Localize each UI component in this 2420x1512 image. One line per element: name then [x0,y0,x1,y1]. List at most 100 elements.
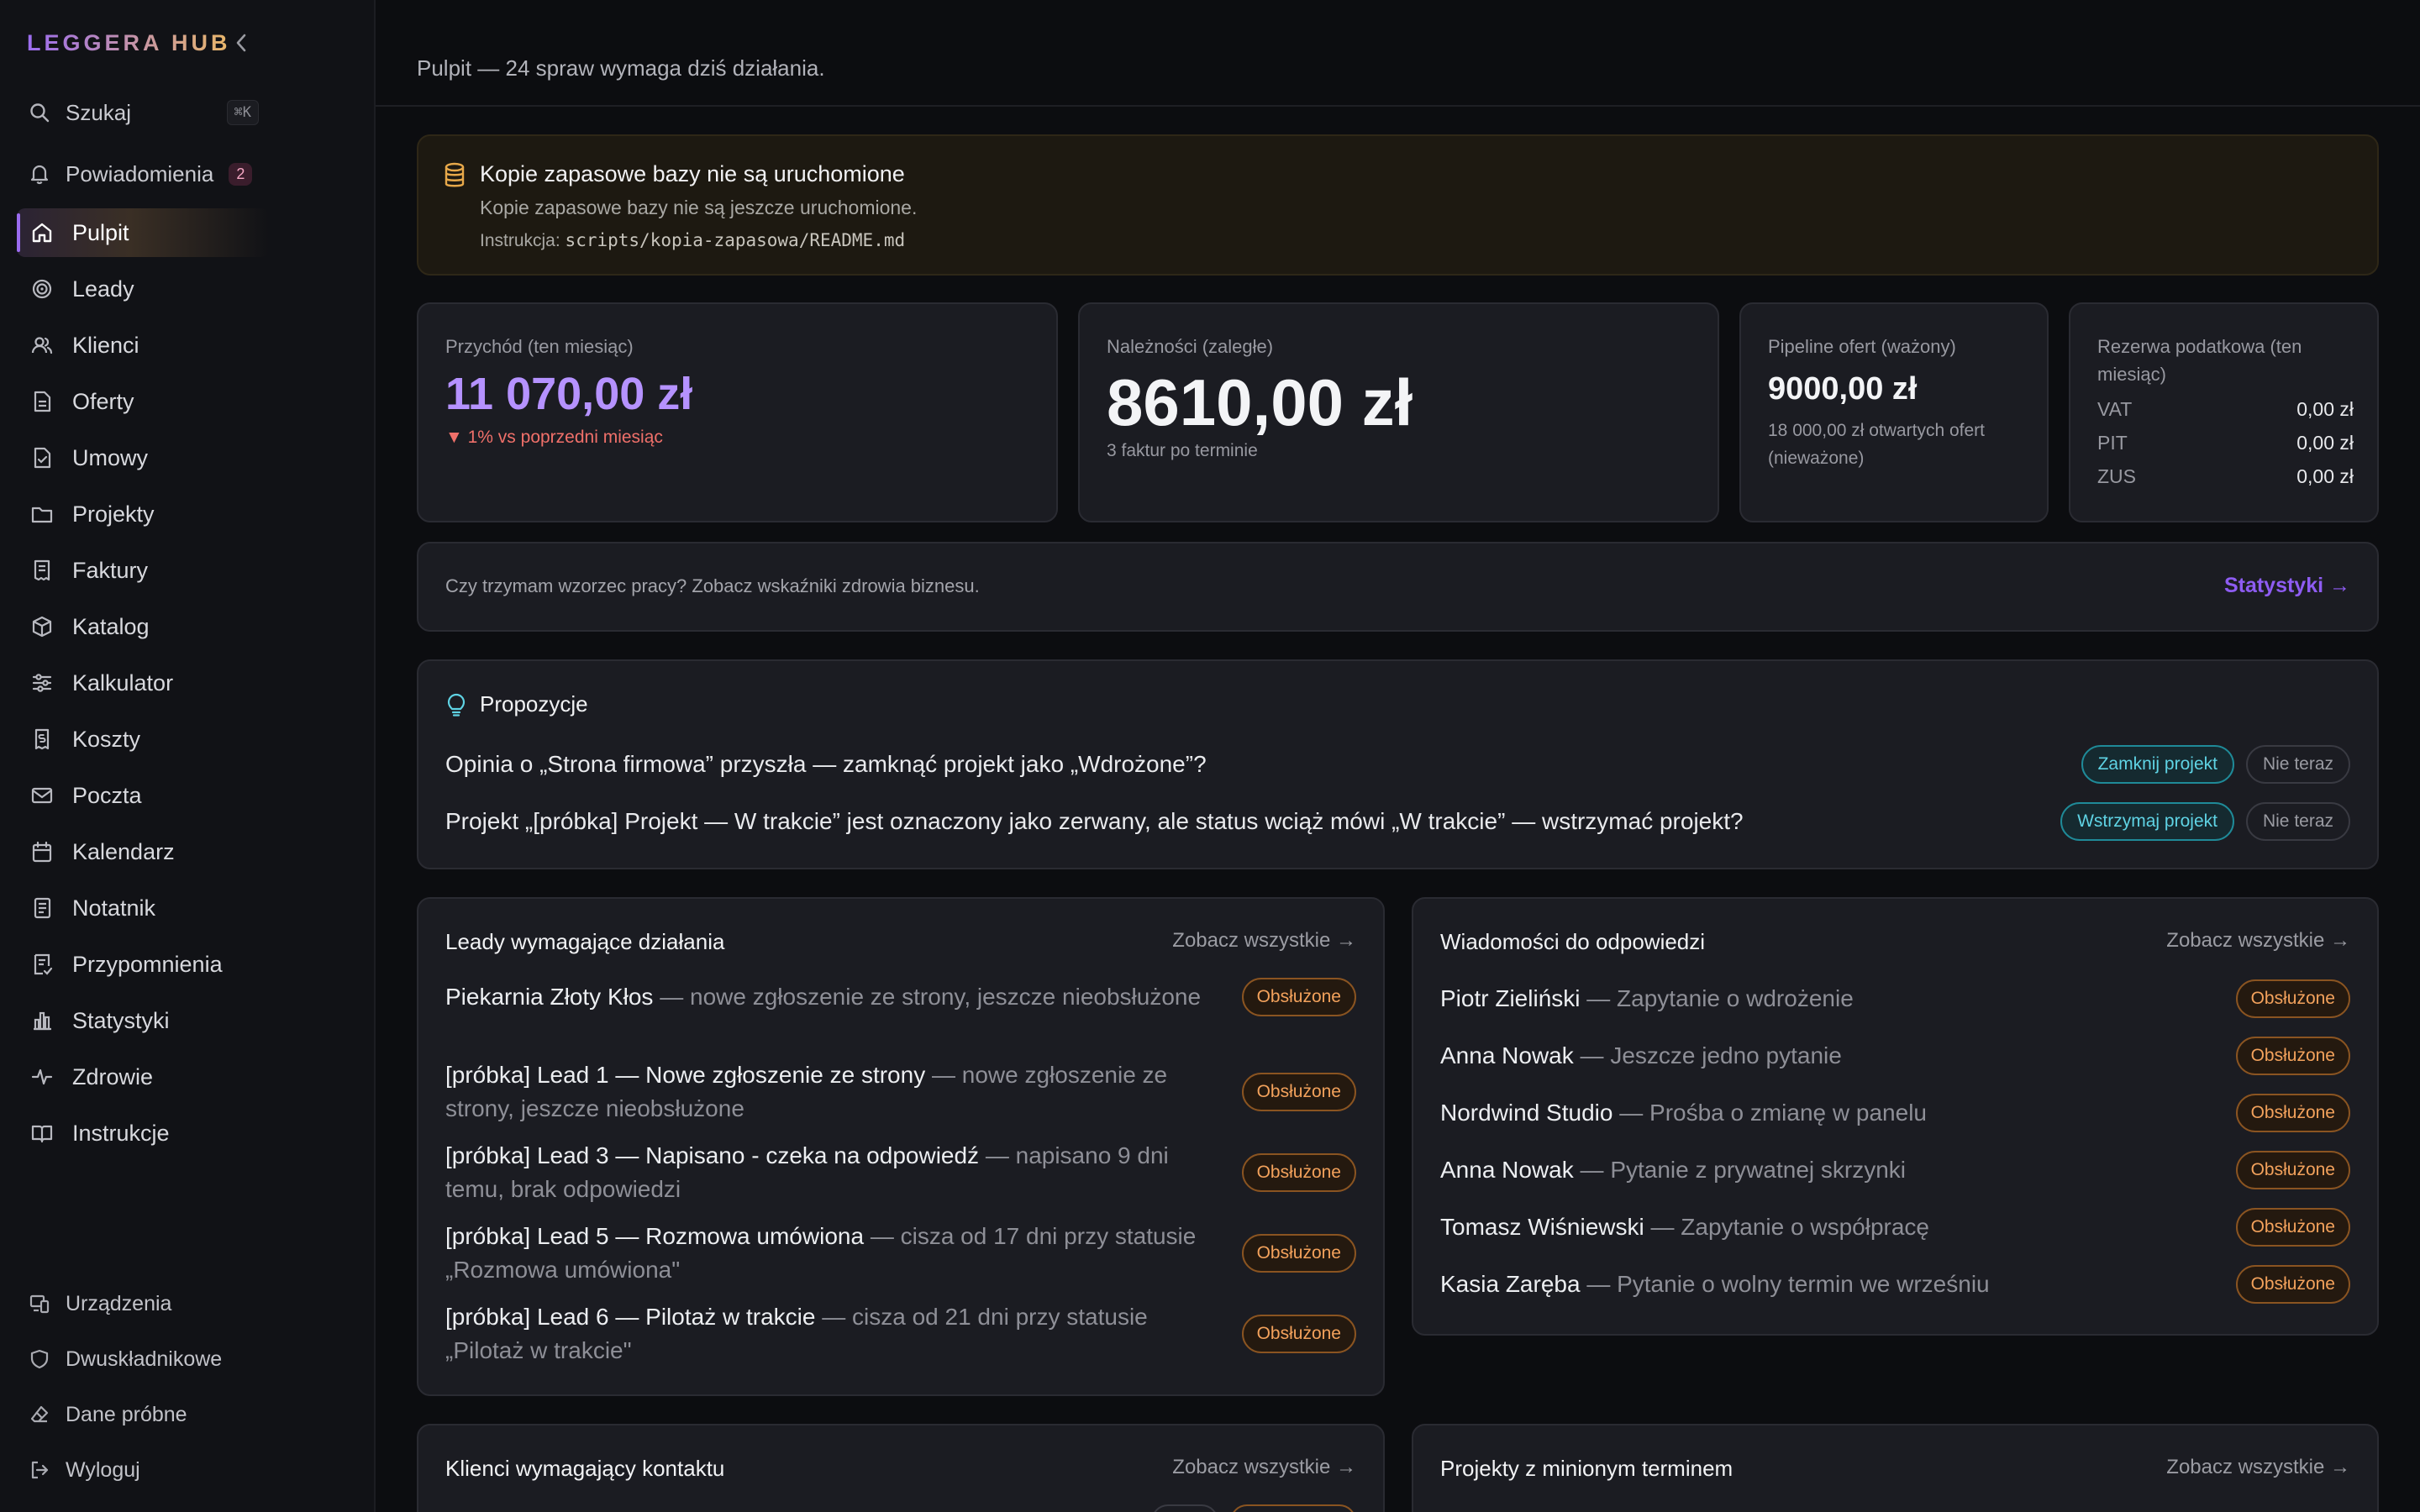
kpi-label: Pipeline ofert (ważony) [1768,336,1956,357]
tax-value: 0,00 zł [2296,398,2354,420]
sidebar-item-zdrowie[interactable]: Zdrowie [17,1053,269,1101]
sidebar-item-urzadzenia[interactable]: Urządzenia [17,1283,269,1325]
sidebar-item-oferty[interactable]: Oferty [17,377,269,426]
sidebar-item-kalkulator[interactable]: Kalkulator [17,659,269,707]
tax-key: ZUS [2097,465,2136,487]
search-label: Szukaj [66,99,132,125]
handled-button[interactable]: Obsłużone [2235,979,2350,1018]
tax-row-zus: ZUS 0,00 zł [2097,465,2354,488]
proposals-title: Propozycje [480,691,588,717]
handled-button[interactable]: Obsłużone [1241,1315,1356,1353]
sidebar-item-label: Umowy [72,444,149,470]
bar-chart-icon [29,1007,55,1034]
close-project-button[interactable]: Zamknij projekt [2081,745,2234,784]
message-subject: — Prośba o zmianę w panelu [1612,1100,1927,1126]
stats-link[interactable]: Statystyki → [2224,574,2350,598]
sidebar-item-katalog[interactable]: Katalog [17,602,269,651]
eraser-icon [27,1402,52,1427]
stats-banner: Czy trzymam wzorzec pracy? Zobacz wskaźn… [417,542,2379,632]
overdue-projects-see-all-link[interactable]: Zobacz wszystkie → [2166,1456,2350,1479]
logout-button[interactable]: Wyloguj [17,1449,269,1491]
box-icon [29,613,55,640]
sidebar-item-label: Zdrowie [72,1063,154,1089]
message-sender: Piotr Zieliński [1440,985,1581,1011]
handled-button[interactable]: Obsłużone [2235,1151,2350,1189]
list-item: [próbka] Lead 6 — Pilotaż w trakcie — ci… [445,1300,1356,1368]
page-header: Pulpit — 24 spraw wymaga dziś działania. [376,0,2420,107]
leads-see-all-link[interactable]: Zobacz wszystkie → [1172,929,1356,953]
sidebar-item-faktury[interactable]: Faktury [17,546,269,595]
kpi-pipeline-card: Pipeline ofert (ważony) 9000,00 zł 18 00… [1739,302,2049,522]
not-now-button[interactable]: Nie teraz [2245,745,2350,784]
messages-card: Wiadomości do odpowiedzi Zobacz wszystki… [1412,897,2379,1336]
tax-row-vat: VAT 0,00 zł [2097,398,2354,421]
sidebar-item-umowy[interactable]: Umowy [17,433,269,482]
handled-button[interactable]: Obsłużone [1241,1234,1356,1273]
list-item: Anna Nowak — Jeszcze jedno pytanie Obsłu… [1440,1037,2350,1075]
pause-project-button[interactable]: Wstrzymaj projekt [2060,802,2234,841]
sidebar-item-poczta[interactable]: Poczta [17,771,269,820]
handled-button[interactable]: Obsłużone [2235,1265,2350,1304]
proposals-card: Propozycje Opinia o „Strona firmowa” prz… [417,659,2379,869]
overdue-projects-card: Projekty z minionym terminem Zobacz wszy… [1412,1424,2379,1512]
sidebar-item-kalendarz[interactable]: Kalendarz [17,827,269,876]
devices-icon [27,1291,52,1316]
lead-text: [próbka] Lead 6 — Pilotaż w trakcie — ci… [445,1300,1230,1368]
message-sender: Anna Nowak [1440,1042,1574,1068]
calendar-icon [29,838,55,865]
message-subject: — Zapytanie o wdrożenie [1580,985,1854,1011]
lead-text: [próbka] Lead 1 — Nowe zgłoszenie ze str… [445,1058,1230,1126]
sidebar-item-label: Oferty [72,388,134,414]
sidebar-item-leady[interactable]: Leady [17,265,269,313]
alert-title: Kopie zapasowe bazy nie są uruchomione [480,161,905,186]
sidebar-item-projekty[interactable]: Projekty [17,490,269,538]
leads-title: Leady wymagające działania [445,929,725,954]
sidebar-item-klienci[interactable]: Klienci [17,321,269,370]
message-text: Kasia Zaręba — Pytanie o wolny termin we… [1440,1268,2224,1301]
page-title: Pulpit — 24 spraw wymaga dziś działania. [417,55,825,81]
kpi-sub: 18 000,00 zł otwartych ofert (nieważone) [1768,421,1985,468]
handled-button[interactable]: Obsłużone [1241,978,1356,1016]
sidebar-item-label: Leady [72,276,134,302]
sliders-icon [29,669,55,696]
lead-name: Piekarnia Złoty Kłos [445,984,654,1010]
kpi-label: Przychód (ten miesiąc) [445,336,634,357]
message-sender: Nordwind Studio [1440,1100,1613,1126]
sidebar-item-pulpit[interactable]: Pulpit [17,208,269,257]
client-action-button[interactable] [1151,1504,1218,1512]
sidebar-item-dane-probne[interactable]: Dane próbne [17,1394,269,1436]
sidebar-item-label: Kalendarz [72,838,175,864]
handled-button[interactable]: Obsłużone [2235,1094,2350,1132]
lead-desc: — nowe zgłoszenie ze strony, jeszcze nie… [653,984,1202,1010]
handled-button[interactable]: Obsłużone [1241,1073,1356,1111]
notifications-button[interactable]: Powiadomienia 2 [17,151,269,197]
tax-value: 0,00 zł [2296,465,2354,487]
app-root: LEGGERA HUB Szukaj ⌘K Powiadomienia 2 Pu… [0,0,2420,1512]
sidebar-item-instrukcje[interactable]: Instrukcje [17,1109,269,1158]
sidebar-item-label: Wyloguj [66,1457,140,1482]
lightbulb-icon [445,693,467,717]
clients-see-all-link[interactable]: Zobacz wszystkie → [1172,1456,1356,1479]
alert-text: Kopie zapasowe bazy nie są jeszcze uruch… [480,197,918,218]
lead-text: Piekarnia Złoty Kłos — nowe zgłoszenie z… [445,980,1230,1014]
kpi-sub: 3 faktur po terminie [1107,441,1258,460]
handled-button[interactable] [1230,1504,1356,1512]
sidebar-item-label: Instrukcje [72,1120,170,1146]
sidebar-item-statystyki[interactable]: Statystyki [17,996,269,1045]
message-sender: Tomasz Wiśniewski [1440,1214,1644,1240]
not-now-button[interactable]: Nie teraz [2245,802,2350,841]
lead-name: [próbka] Lead 5 — Rozmowa umówiona [445,1223,865,1249]
collapse-sidebar-button[interactable] [229,29,254,57]
handled-button[interactable]: Obsłużone [1241,1153,1356,1192]
handled-button[interactable]: Obsłużone [2235,1208,2350,1247]
sidebar-item-koszty[interactable]: Koszty [17,715,269,764]
leads-card: Leady wymagające działania Zobacz wszyst… [417,897,1385,1396]
handled-button[interactable]: Obsłużone [2235,1037,2350,1075]
lead-text: [próbka] Lead 5 — Rozmowa umówiona — cis… [445,1220,1230,1287]
sidebar-item-przypomnienia[interactable]: Przypomnienia [17,940,269,989]
search-button[interactable]: Szukaj ⌘K [17,90,269,135]
messages-see-all-link[interactable]: Zobacz wszystkie → [2166,929,2350,953]
sidebar-item-notatnik[interactable]: Notatnik [17,884,269,932]
sidebar-item-dwuskladnikowe[interactable]: Dwuskładnikowe [17,1338,269,1380]
kpi-tax-card: Rezerwa podatkowa (ten miesiąc) VAT 0,00 … [2069,302,2379,522]
